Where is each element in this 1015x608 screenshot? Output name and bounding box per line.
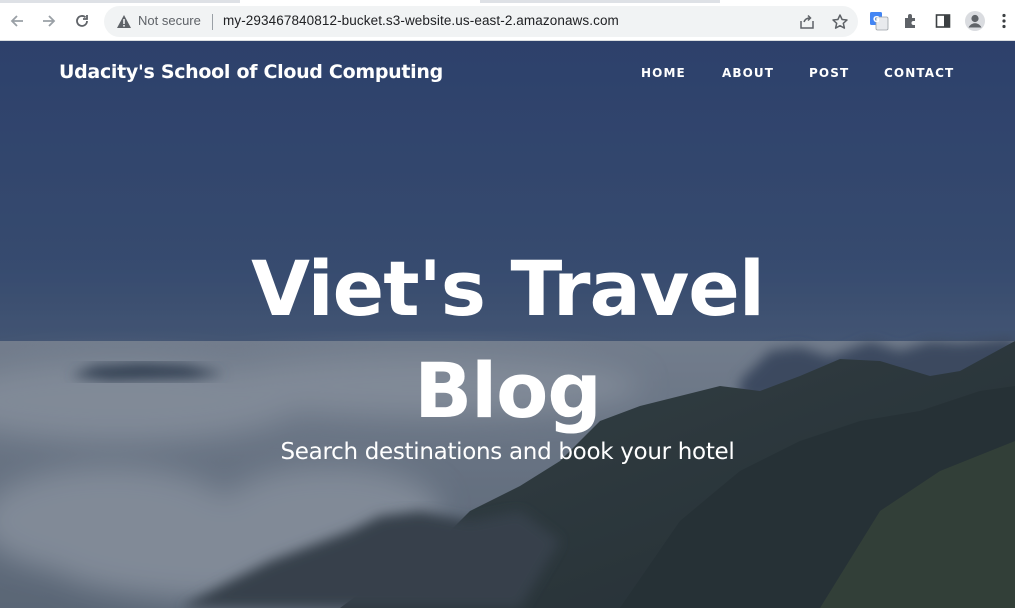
reload-icon[interactable] xyxy=(71,10,93,32)
nav-about[interactable]: ABOUT xyxy=(722,66,774,80)
nav-post[interactable]: POST xyxy=(809,66,849,80)
svg-text:G: G xyxy=(873,15,880,24)
star-icon[interactable] xyxy=(831,13,849,31)
browser-toolbar: Not secure my-293467840812-bucket.s3-web… xyxy=(0,0,1015,41)
security-status[interactable]: Not secure xyxy=(138,13,201,28)
profile-icon[interactable] xyxy=(964,10,986,32)
side-panel-icon[interactable] xyxy=(932,10,954,32)
tab-strip-edge xyxy=(480,0,720,3)
hero-section: Udacity's School of Cloud Computing HOME… xyxy=(0,41,1015,608)
nav-home[interactable]: HOME xyxy=(641,66,686,80)
nav-contact[interactable]: CONTACT xyxy=(884,66,954,80)
address-bar[interactable]: Not secure my-293467840812-bucket.s3-web… xyxy=(104,6,858,37)
translate-icon[interactable]: G xyxy=(868,10,890,32)
menu-icon[interactable] xyxy=(997,10,1011,32)
extensions-icon[interactable] xyxy=(900,10,922,32)
forward-arrow-icon[interactable] xyxy=(38,10,60,32)
back-arrow-icon[interactable] xyxy=(6,10,28,32)
hero-title-line1: Viet's Travel xyxy=(251,244,765,333)
divider xyxy=(212,14,213,30)
url-text[interactable]: my-293467840812-bucket.s3-website.us-eas… xyxy=(223,13,619,28)
share-icon[interactable] xyxy=(798,13,816,31)
warning-icon[interactable] xyxy=(116,14,132,33)
site-brand[interactable]: Udacity's School of Cloud Computing xyxy=(59,61,443,83)
hero-title-line2: Blog xyxy=(414,346,602,435)
tab-strip-edge xyxy=(0,0,240,3)
hero-subtitle: Search destinations and book your hotel xyxy=(280,439,735,465)
